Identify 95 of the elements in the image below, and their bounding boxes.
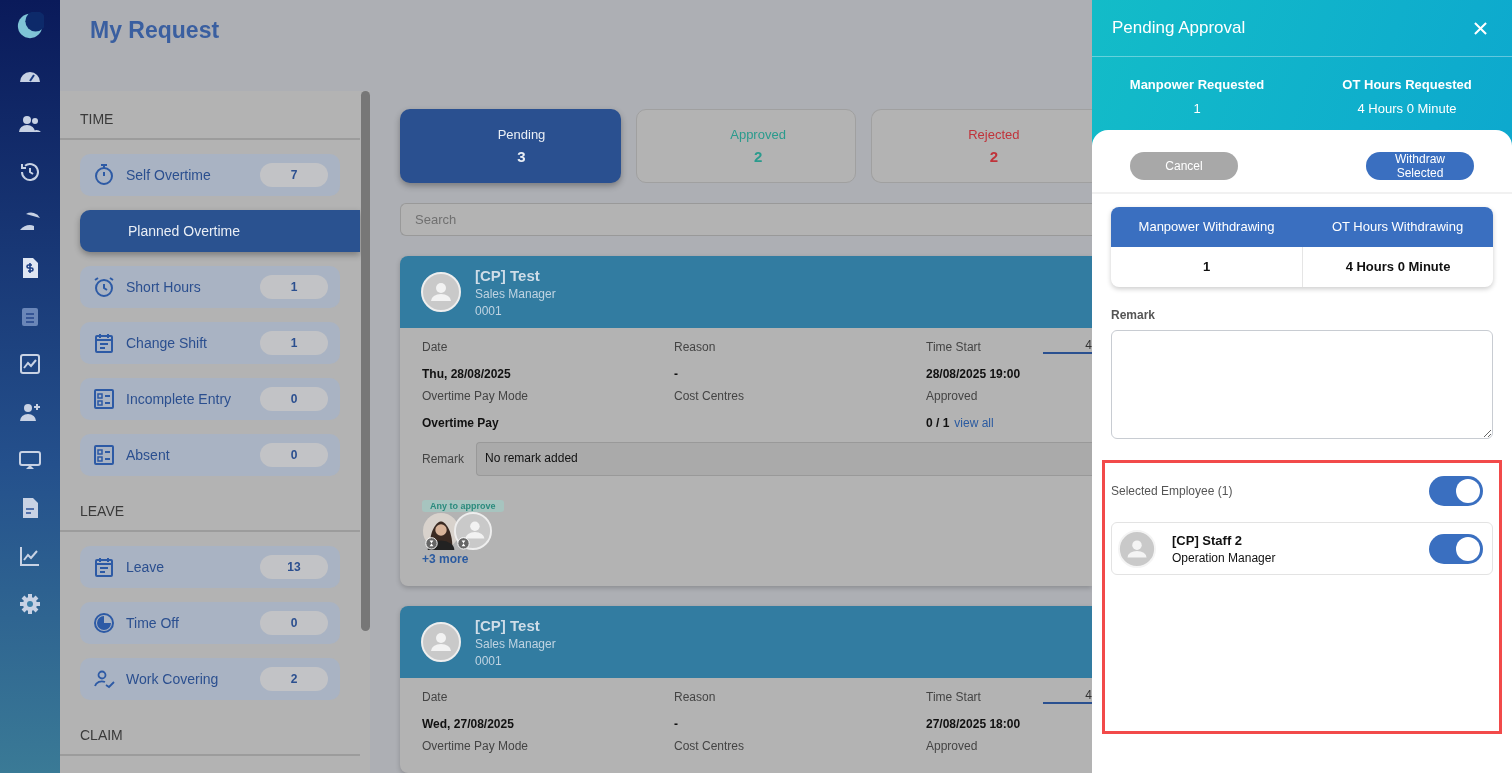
status-tab[interactable]: Pending 3 (400, 109, 621, 183)
sidebar-item[interactable]: Planned Overtime (80, 210, 360, 252)
settings-icon[interactable] (18, 592, 42, 616)
sidebar-item[interactable]: Work Covering 2 (80, 658, 340, 700)
field-value: Thu, 28/08/2025 (422, 367, 511, 381)
timeline-line (1043, 352, 1092, 354)
search-field[interactable]: Search (400, 203, 1092, 236)
calendar-icon (92, 555, 116, 579)
status-tab[interactable]: Rejected 2 (871, 109, 1092, 183)
employee-code: 0001 (475, 303, 503, 318)
withdraw-button[interactable]: Withdraw Selected (1366, 152, 1474, 180)
employee-name: [CP] Staff 2 (1172, 532, 1244, 548)
sidebar-item[interactable]: Incomplete Entry 0 (80, 378, 340, 420)
more-link[interactable]: +3 more (422, 552, 469, 566)
avatar-icon (421, 622, 461, 662)
remark-field: No remark added (476, 442, 1092, 476)
alarm-clock-icon (92, 275, 116, 299)
timeline-line (1043, 702, 1092, 704)
field-label: Approved (926, 739, 978, 753)
summary-value: 1 (1193, 101, 1201, 116)
column-header: OT Hours Withdrawing (1330, 218, 1465, 236)
select-all-toggle[interactable] (1429, 476, 1483, 506)
column-header: Manpower Withdrawing (1137, 218, 1276, 236)
summary-label: OT Hours Requested (1342, 77, 1472, 92)
selected-count-label: Selected Employee (1) (1111, 484, 1233, 498)
employee-name: [CP] Test (475, 266, 541, 284)
timeline-label: 4 (1085, 338, 1092, 352)
employee-code: 0001 (475, 653, 503, 668)
field-label: Cost Centres (674, 739, 745, 753)
chart-icon[interactable] (18, 352, 42, 376)
field-value: 27/08/2025 18:00 (926, 717, 1021, 731)
clock-icon (92, 611, 116, 635)
remark-label: Remark (1111, 308, 1157, 322)
page-title: My Request (89, 16, 221, 45)
job-title: Sales Manager (475, 286, 556, 301)
sidebar-item[interactable]: Absent 0 (80, 434, 340, 476)
field-label: Reason (674, 340, 716, 354)
scrollbar[interactable] (361, 91, 370, 631)
count-badge: 1 (260, 331, 328, 355)
count-badge: 0 (260, 387, 328, 411)
sidebar-item[interactable]: Self Overtime 7 (80, 154, 340, 196)
sidebar-item[interactable]: Short Hours 1 (80, 266, 340, 308)
count-badge: 0 (260, 611, 328, 635)
remark-label: Remark (422, 452, 464, 466)
field-label: Time Start (926, 340, 981, 354)
count-badge: 0 (260, 443, 328, 467)
count-badge: 7 (260, 163, 328, 187)
close-icon[interactable] (1474, 21, 1487, 35)
section-heading: CLAIM (60, 707, 360, 756)
count-badge: 13 (260, 555, 328, 579)
table-cell-text: 1 (1201, 258, 1212, 276)
field-label: Cost Centres (674, 389, 745, 403)
avatar-icon (1118, 529, 1156, 568)
table-cell: 4 Hours 0 Minute (1302, 247, 1493, 287)
field-label: Date (422, 340, 448, 354)
logo-icon (16, 12, 44, 40)
list-icon (92, 387, 116, 411)
sidebar-item[interactable]: Time Off 0 (80, 602, 340, 644)
count-badge: 2 (260, 667, 328, 691)
employee-toggle[interactable] (1429, 533, 1483, 564)
summary-label: Manpower Requested (1129, 77, 1265, 92)
field-label: Reason (674, 690, 716, 704)
field-label: Overtime Pay Mode (422, 739, 529, 753)
section-heading: TIME (60, 91, 360, 140)
field-label: Time Start (926, 690, 981, 704)
avatar-icon (421, 272, 461, 312)
history-icon[interactable] (18, 160, 42, 184)
calendar-icon (92, 331, 116, 355)
stopwatch-icon (92, 163, 116, 187)
job-title: Operation Manager (1172, 550, 1277, 565)
field-value: - (674, 367, 678, 381)
field-label: Overtime Pay Mode (422, 389, 529, 403)
field-value: Wed, 27/08/2025 (422, 717, 514, 731)
approver-tag: Any to approve (422, 500, 504, 512)
timeline-label: 4 (1085, 688, 1092, 702)
job-title: Sales Manager (475, 636, 556, 651)
sidebar-item[interactable]: Leave 13 (80, 546, 340, 588)
list-icon (92, 443, 116, 467)
approver-avatar (454, 512, 492, 550)
field-value: Overtime Pay (422, 416, 499, 430)
employee-name: [CP] Test (475, 616, 541, 634)
field-label: Date (422, 690, 448, 704)
field-label: Approved (926, 389, 978, 403)
sidebar-item[interactable]: Change Shift 1 (80, 322, 340, 364)
field-value: 0 / 1 (926, 416, 950, 430)
panel-title: Pending Approval (1112, 18, 1246, 38)
field-value: - (674, 717, 678, 731)
field-value: 28/08/2025 19:00 (926, 367, 1021, 381)
view-all-link[interactable]: view all (954, 416, 994, 430)
monitor-icon[interactable] (18, 448, 42, 472)
count-badge: 1 (260, 275, 328, 299)
line-chart-icon[interactable] (18, 544, 42, 568)
remark-field[interactable] (1111, 330, 1493, 439)
section-heading: LEAVE (60, 483, 360, 532)
summary-value: 4 Hours 0 Minute (1357, 101, 1457, 116)
